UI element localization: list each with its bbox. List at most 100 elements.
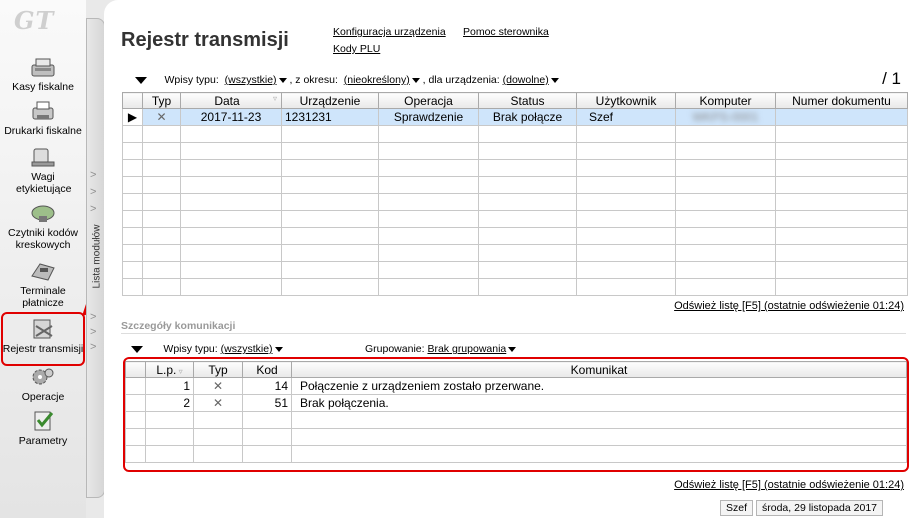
label-scale-icon	[31, 148, 55, 167]
cell-computer: WKPS-0001	[675, 108, 776, 126]
filter-device-dropdown[interactable]: (dowolne)	[503, 74, 559, 86]
sidebar-item-drukarki-fiskalne[interactable]: Drukarki fiskalne	[0, 100, 86, 137]
fiscal-printer-icon	[32, 101, 54, 120]
dropdown-arrow-icon	[411, 77, 420, 83]
collapse-triangle-icon[interactable]	[135, 76, 147, 84]
link-pomoc-sterownika[interactable]: Pomoc sterownika	[463, 26, 549, 38]
cell-user: Szef	[576, 108, 676, 126]
details-type-label: Wpisy typu:	[163, 343, 218, 355]
sidebar-item-wagi-etykietujace[interactable]: Wagi etykietujące	[0, 146, 86, 195]
cell-doc-number	[775, 108, 908, 126]
collapse-triangle-icon[interactable]	[131, 345, 143, 353]
sidebar-item-czytniki-kodow[interactable]: Czytniki kodów kreskowych	[0, 202, 86, 251]
grouping-value: Brak grupowania	[427, 343, 507, 355]
table-row	[122, 244, 908, 262]
computer-name-blurred: WKPS-0001	[692, 110, 759, 124]
page-title: Rejestr transmisji	[121, 29, 289, 51]
details-filter-bar: Wpisy typu: (wszystkie)	[131, 343, 283, 355]
column-header[interactable]: Data ▿	[180, 92, 282, 109]
module-list-label: Lista modułów	[91, 224, 103, 289]
column-header[interactable]: Numer dokumentu	[775, 92, 908, 109]
payment-terminal-icon	[31, 263, 55, 281]
app-logo: GT	[14, 6, 55, 35]
column-header[interactable]: Komputer	[675, 92, 776, 109]
link-kody-plu[interactable]: Kody PLU	[333, 43, 380, 55]
dropdown-arrow-icon	[278, 77, 287, 83]
table-row	[122, 193, 908, 211]
column-header[interactable]: Typ	[142, 92, 181, 109]
grouping-label: Grupowanie:	[365, 343, 425, 355]
dropdown-arrow-icon	[550, 77, 559, 83]
link-konfiguracja[interactable]: Konfiguracja urządzenia	[333, 26, 446, 38]
main-panel: Rejestr transmisji Konfiguracja urządzen…	[104, 0, 909, 518]
table-header-row: Typ Data ▿ Urządzenie Operacja Status Uży…	[122, 92, 908, 109]
sort-indicator-icon: ▿	[272, 93, 277, 103]
status-user: Szef	[720, 500, 754, 516]
cell-operation: Sprawdzenie	[378, 108, 479, 126]
filter-period-dropdown[interactable]: (nieokreślony)	[344, 74, 420, 86]
table-row	[122, 210, 908, 228]
sidebar-item-label: Kasy fiskalne	[12, 81, 74, 93]
grouping-dropdown[interactable]: Brak grupowania	[427, 343, 517, 355]
cell-status: Brak połącze	[478, 108, 577, 126]
filter-type-label: Wpisy typu:	[164, 74, 219, 86]
row-indicator-header	[122, 92, 143, 109]
table-row	[122, 142, 908, 160]
filter-bar: Wpisy typu: (wszystkie) , z okresu: (nie…	[135, 74, 559, 86]
sidebar-item-kasy-fiskalne[interactable]: Kasy fiskalne	[0, 56, 86, 93]
section-divider	[121, 333, 906, 334]
column-header[interactable]: Użytkownik	[576, 92, 676, 109]
details-type-dropdown[interactable]: (wszystkie)	[221, 343, 283, 355]
details-grouping-bar: Grupowanie: Brak grupowania	[365, 343, 517, 355]
cell-date: 2017-11-23	[180, 108, 282, 126]
sidebar-item-label: Operacje	[21, 391, 65, 403]
module-list-strip[interactable]: > > > > > > Lista modułów	[86, 18, 105, 498]
column-header[interactable]: Urządzenie	[281, 92, 379, 109]
column-header[interactable]: Status	[478, 92, 577, 109]
table-row	[122, 176, 908, 194]
page-indicator: / 1	[882, 69, 901, 88]
sidebar-item-terminale-platnicze[interactable]: Terminale płatnicze	[0, 260, 86, 309]
filter-period-value: (nieokreślony)	[343, 74, 410, 86]
refresh-list-link[interactable]: Odśwież listę [F5] (ostatnie odświeżenie…	[674, 300, 904, 312]
x-mark-icon: ✕	[142, 108, 181, 126]
table-row	[122, 278, 908, 296]
dropdown-arrow-icon	[274, 346, 283, 352]
status-date: środa, 29 listopada 2017	[756, 500, 884, 516]
chevron-right-icon[interactable]: >	[90, 326, 96, 338]
barcode-scanner-icon	[31, 205, 55, 222]
sidebar-item-label: Wagi etykietujące	[16, 171, 72, 195]
table-row[interactable]: ▶ ✕ 2017-11-23 1231231 Sprawdzenie Brak …	[122, 108, 908, 126]
details-section-title: Szczegóły komunikacji	[121, 320, 236, 332]
column-header-label: Data	[214, 93, 240, 108]
module-sidebar: GT Kasy fiskalne Drukarki fiskalne Wagi …	[0, 0, 149, 518]
refresh-details-link[interactable]: Odśwież listę [F5] (ostatnie odświeżenie…	[674, 479, 904, 491]
chevron-right-icon[interactable]: >	[90, 169, 96, 181]
sidebar-item-label: Drukarki fiskalne	[4, 125, 82, 137]
sidebar-item-label: Czytniki kodów kreskowych	[7, 227, 79, 251]
table-row	[122, 159, 908, 177]
sidebar-item-operacje[interactable]: Operacje	[0, 366, 86, 403]
filter-type-value: (wszystkie)	[224, 74, 277, 86]
status-bar: Szef środa, 29 listopada 2017	[104, 500, 909, 518]
sidebar-item-parametry[interactable]: Parametry	[0, 410, 86, 447]
row-pointer-icon: ▶	[122, 108, 143, 126]
gears-icon	[32, 368, 54, 385]
details-highlight-annotation	[123, 357, 909, 472]
dropdown-arrow-icon	[508, 346, 517, 352]
chevron-right-icon[interactable]: >	[90, 341, 96, 353]
sidebar-item-label: Parametry	[18, 435, 68, 447]
cash-register-icon	[31, 58, 55, 77]
filter-device-value: (dowolne)	[502, 74, 549, 86]
sidebar-item-label: Terminale płatnicze	[20, 285, 66, 309]
details-type-value: (wszystkie)	[220, 343, 273, 355]
table-row	[122, 227, 908, 245]
column-header[interactable]: Operacja	[378, 92, 479, 109]
transmissions-table[interactable]: Typ Data ▿ Urządzenie Operacja Status Uży…	[122, 92, 908, 296]
cell-device: 1231231	[281, 108, 379, 126]
filter-type-dropdown[interactable]: (wszystkie)	[225, 74, 287, 86]
checklist-icon	[34, 411, 54, 431]
table-row	[122, 125, 908, 143]
table-row	[122, 261, 908, 279]
filter-period-label: , z okresu:	[289, 74, 338, 86]
